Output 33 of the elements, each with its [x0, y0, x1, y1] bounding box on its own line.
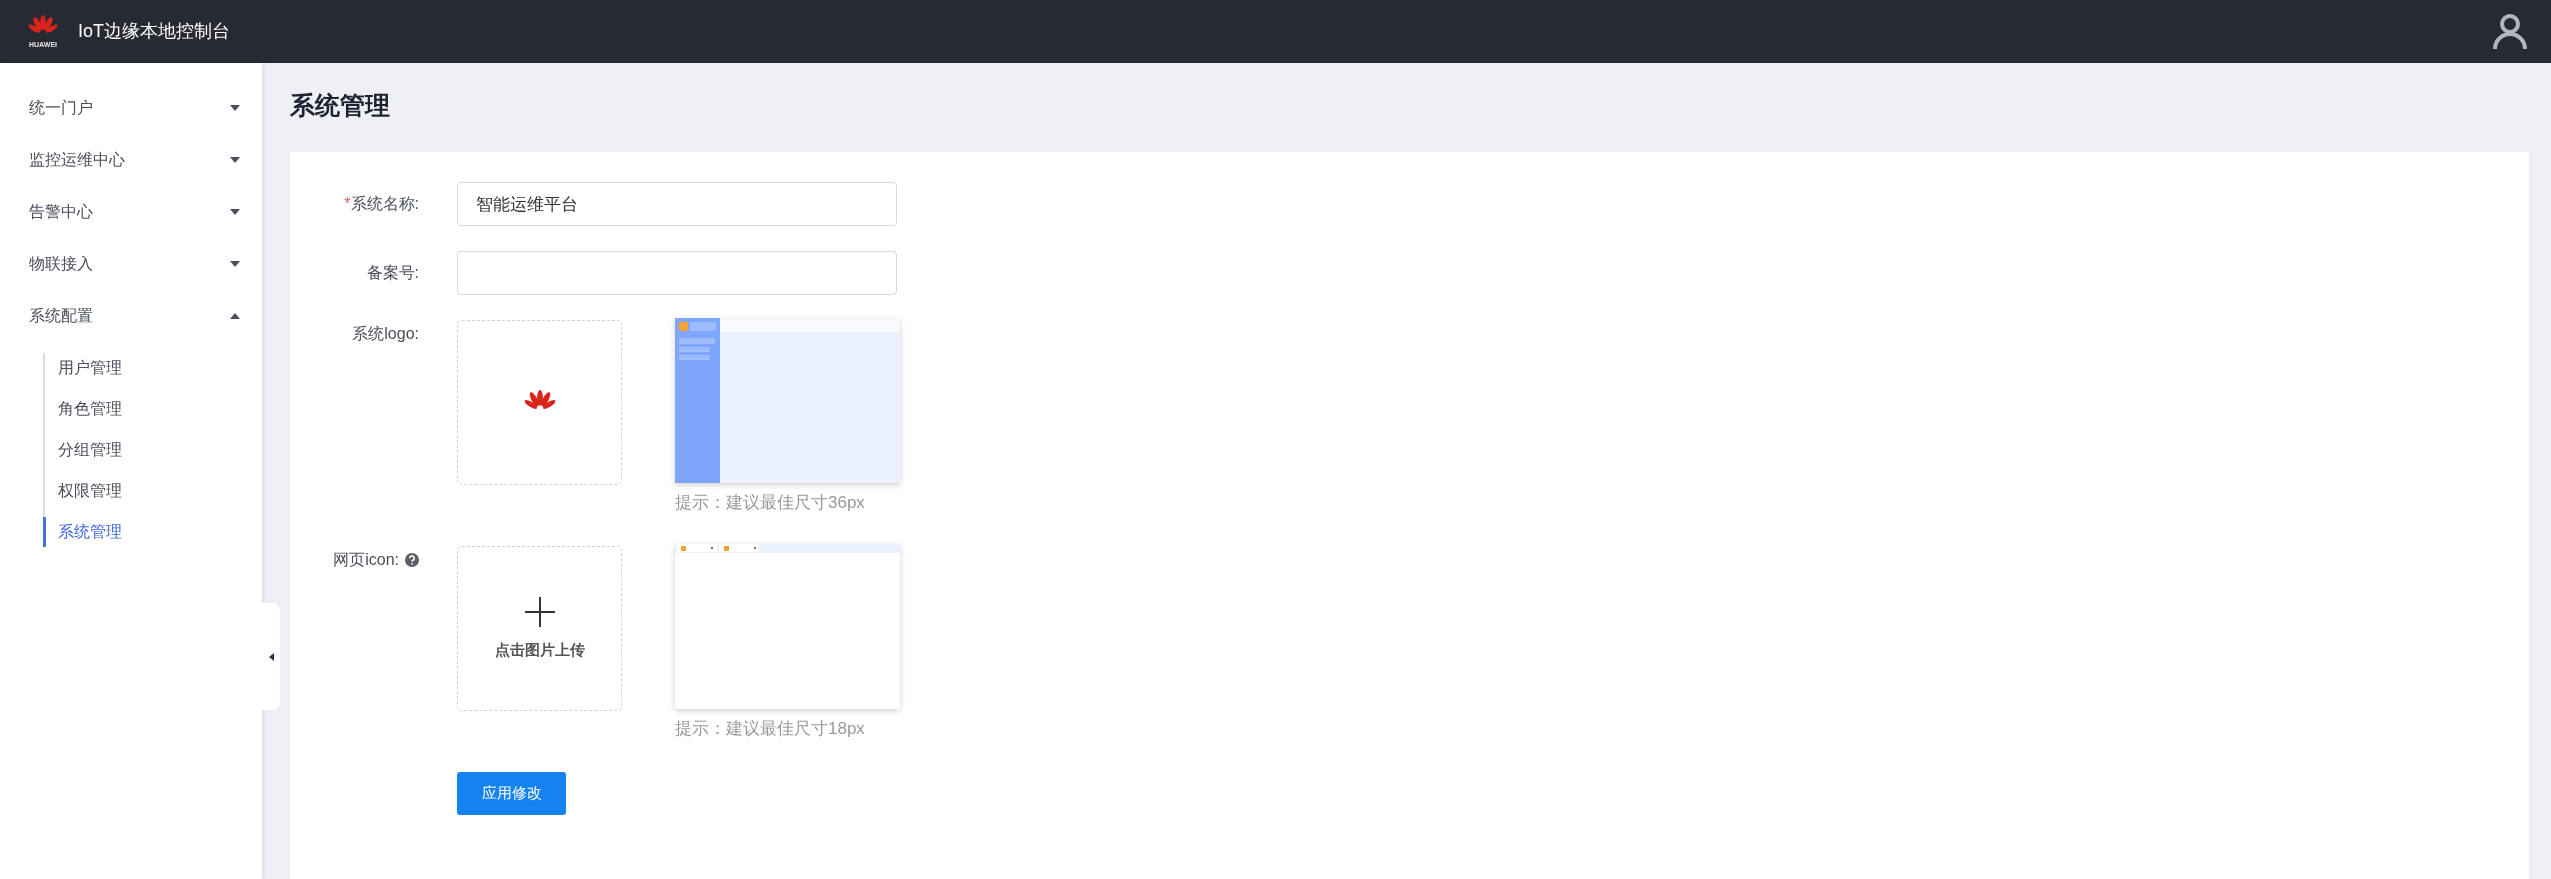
caret-icon [230, 209, 240, 215]
menu-item[interactable]: 物联接入 [0, 238, 262, 290]
submenu-item[interactable]: 分组管理 [43, 435, 262, 465]
menu-item[interactable]: 监控运维中心 [0, 134, 262, 186]
user-icon[interactable] [2493, 13, 2527, 50]
menu-item[interactable]: 系统配置 [0, 290, 262, 342]
field-label: *系统名称: [344, 193, 419, 214]
field-label: 系统logo: [352, 323, 419, 344]
image-upload-area[interactable]: 点击图片上传 [457, 546, 622, 711]
submenu-item[interactable]: 系统管理 [43, 517, 262, 547]
field-label: 备案号: [366, 262, 419, 283]
size-hint: 提示：建议最佳尺寸18px [675, 718, 866, 740]
collapse-handle[interactable] [262, 603, 280, 710]
caret-icon [230, 105, 240, 111]
field-label: 网页icon: [333, 549, 399, 570]
size-hint: 提示：建议最佳尺寸36px [675, 492, 866, 514]
submenu-item[interactable]: 权限管理 [43, 476, 262, 506]
help-icon[interactable] [405, 553, 419, 567]
page-title: 系统管理 [290, 90, 391, 121]
caret-icon [230, 261, 240, 267]
logo-upload-area[interactable] [457, 320, 622, 485]
submenu-item[interactable]: 角色管理 [43, 394, 262, 424]
submenu-item[interactable]: 用户管理 [43, 353, 262, 383]
menu-item[interactable]: 统一门户 [0, 82, 262, 134]
caret-left-icon [268, 652, 274, 661]
menu-item[interactable]: 告警中心 [0, 186, 262, 238]
caret-icon [230, 313, 240, 319]
app-title: IoT边缘本地控制台 [78, 20, 230, 44]
plus-icon [524, 597, 555, 627]
text-input-field[interactable]: 智能运维平台 [457, 182, 897, 226]
caret-icon [230, 157, 240, 163]
apply-changes-button[interactable]: 应用修改 [457, 772, 566, 815]
text-input-field[interactable] [457, 251, 897, 295]
